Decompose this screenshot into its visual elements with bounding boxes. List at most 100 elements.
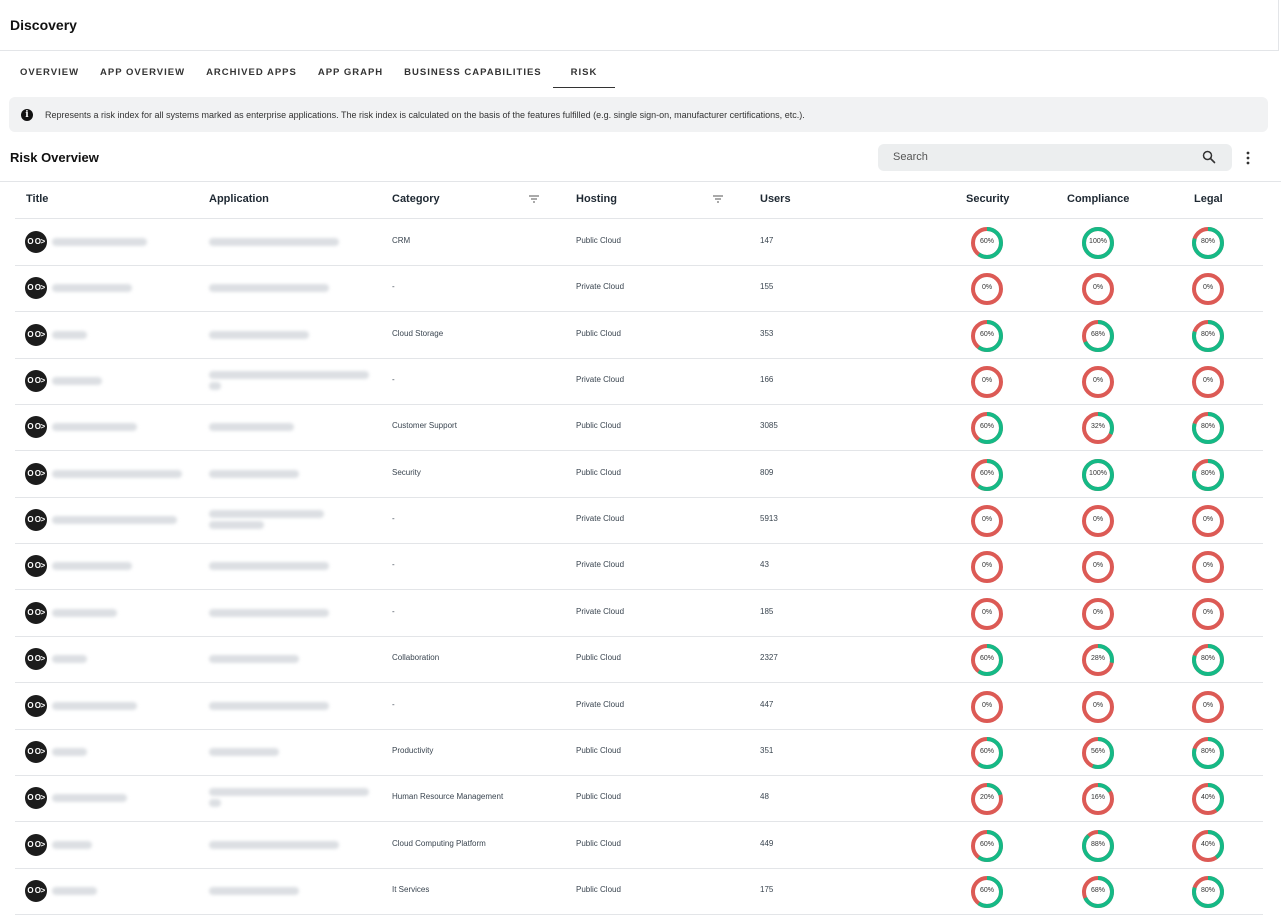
compliance-score-donut: 56% (1081, 736, 1115, 770)
column-header-category[interactable]: Category (392, 193, 440, 205)
category-cell: CRM (392, 236, 411, 245)
table-row[interactable]: O O> Customer Support Public Cloud 3085 60% 3… (15, 404, 1263, 452)
table-row[interactable]: O O> It Services Public Cloud 175 60% 68% 80% (15, 868, 1263, 915)
app-logo-icon: O O> (25, 509, 47, 532)
filter-icon[interactable] (529, 195, 539, 203)
legal-score-donut: 0% (1191, 597, 1225, 631)
tab-risk[interactable]: RISK (552, 58, 616, 88)
tab-bar: OVERVIEW APP OVERVIEW ARCHIVED APPS APP … (10, 58, 616, 88)
table-row[interactable]: O O> - Private Cloud 185 0% 0% 0% (15, 590, 1263, 637)
title-placeholder (52, 469, 182, 478)
security-score-value: 60% (979, 886, 994, 894)
title-placeholder (52, 794, 127, 803)
title-placeholder (52, 562, 132, 571)
table-row[interactable]: O O> Cloud Computing Platform Public Cloud… (15, 822, 1263, 869)
table-row[interactable]: O O> Productivity Public Cloud 351 60% 56% 80% (15, 729, 1263, 776)
security-score-donut: 60% (970, 736, 1004, 770)
compliance-score-donut: 16% (1081, 782, 1115, 816)
app-logo-icon: O O> (25, 416, 47, 439)
compliance-score-value: 68% (1090, 330, 1105, 338)
column-header-application[interactable]: Application (209, 193, 269, 205)
search-placeholder: Search (893, 151, 928, 163)
security-score-donut: 60% (970, 875, 1004, 909)
legal-score-donut: 80% (1191, 319, 1225, 353)
column-header-legal[interactable]: Legal (1194, 193, 1223, 205)
legal-score-donut: 40% (1191, 782, 1225, 816)
column-header-compliance[interactable]: Compliance (1067, 193, 1129, 205)
legal-score-donut: 80% (1191, 458, 1225, 492)
app-logo-icon: O O> (25, 462, 47, 485)
compliance-score-value: 28% (1090, 655, 1105, 663)
legal-score-donut: 80% (1191, 875, 1225, 909)
category-cell: Cloud Computing Platform (392, 838, 486, 848)
column-header-users[interactable]: Users (760, 193, 791, 205)
category-cell: - (392, 699, 395, 709)
application-placeholder (209, 238, 339, 246)
legal-score-value: 80% (1200, 330, 1215, 338)
app-logo-icon: O O> (25, 879, 47, 902)
security-score-value: 0% (981, 516, 993, 524)
table-row[interactable]: O O> - Private Cloud 43 0% 0% 0% (15, 543, 1263, 591)
title-placeholder (52, 655, 87, 664)
tab-app-overview[interactable]: APP OVERVIEW (90, 58, 195, 88)
security-score-value: 20% (979, 794, 994, 802)
security-score-value: 60% (979, 840, 994, 848)
hosting-cell: Public Cloud (576, 838, 621, 848)
title-placeholder (52, 608, 117, 617)
application-placeholder (209, 469, 299, 478)
hosting-cell: Private Cloud (576, 606, 625, 616)
tab-business-capabilities[interactable]: BUSINESS CAPABILITIES (394, 58, 551, 88)
legal-score-donut: 0% (1191, 550, 1225, 584)
filter-icon[interactable] (713, 195, 723, 203)
category-cell: - (392, 282, 395, 292)
app-logo-icon: O O> (25, 694, 47, 717)
security-score-value: 60% (979, 747, 994, 755)
compliance-score-value: 16% (1090, 794, 1105, 802)
legal-score-value: 80% (1200, 423, 1215, 431)
legal-score-value: 80% (1200, 238, 1215, 245)
table-row[interactable]: O O> CRM Public Cloud 147 60% 100% 80% (15, 219, 1263, 266)
category-cell: Human Resource Management (392, 792, 504, 802)
compliance-score-donut: 0% (1081, 690, 1115, 724)
application-placeholder (209, 799, 221, 808)
compliance-score-donut: 0% (1081, 504, 1115, 538)
search-input[interactable]: Search (878, 144, 1232, 171)
table-row[interactable]: O O> Human Resource Management Public Clou… (15, 775, 1263, 823)
search-icon[interactable] (1202, 150, 1216, 164)
compliance-score-value: 0% (1092, 608, 1104, 616)
hosting-cell: Private Cloud (576, 699, 625, 709)
application-placeholder (209, 655, 299, 664)
table-row[interactable]: O O> Security Public Cloud 809 60% 100% 80% (15, 451, 1263, 498)
title-placeholder (52, 238, 147, 246)
users-cell: 5913 (760, 514, 778, 524)
users-cell: 449 (760, 838, 774, 848)
compliance-score-donut: 100% (1081, 226, 1115, 260)
legal-score-donut: 0% (1191, 690, 1225, 724)
security-score-value: 60% (979, 655, 994, 663)
tab-archived-apps[interactable]: ARCHIVED APPS (196, 58, 307, 88)
column-header-security[interactable]: Security (966, 193, 1009, 205)
category-cell: - (392, 375, 395, 385)
tab-overview[interactable]: OVERVIEW (10, 58, 89, 88)
title-placeholder (52, 840, 92, 849)
column-header-hosting[interactable]: Hosting (576, 193, 617, 205)
compliance-score-donut: 88% (1081, 829, 1115, 863)
table-row[interactable]: O O> Collaboration Public Cloud 2327 60% 28% 8… (15, 636, 1263, 684)
column-header-title[interactable]: Title (26, 193, 48, 205)
table-row[interactable]: O O> - Private Cloud 155 0% 0% 0% (15, 265, 1263, 313)
table-row[interactable]: O O> - Private Cloud 5913 0% 0% 0% (15, 497, 1263, 545)
security-score-donut: 60% (970, 829, 1004, 863)
security-score-donut: 60% (970, 226, 1004, 260)
table-row[interactable]: O O> - Private Cloud 447 0% 0% 0% (15, 683, 1263, 730)
table-row[interactable]: O O> - Private Cloud 166 0% 0% 0% (15, 358, 1263, 406)
legal-score-value: 0% (1202, 516, 1214, 524)
users-cell: 48 (760, 792, 769, 802)
more-options-icon[interactable] (1240, 148, 1256, 168)
legal-score-donut: 40% (1191, 829, 1225, 863)
legal-score-value: 80% (1200, 655, 1215, 663)
tab-app-graph[interactable]: APP GRAPH (308, 58, 393, 88)
compliance-score-value: 0% (1092, 516, 1104, 524)
table-row[interactable]: O O> Cloud Storage Public Cloud 353 60% 68% 80… (15, 312, 1263, 359)
users-cell: 809 (760, 467, 774, 477)
compliance-score-donut: 28% (1081, 643, 1115, 677)
